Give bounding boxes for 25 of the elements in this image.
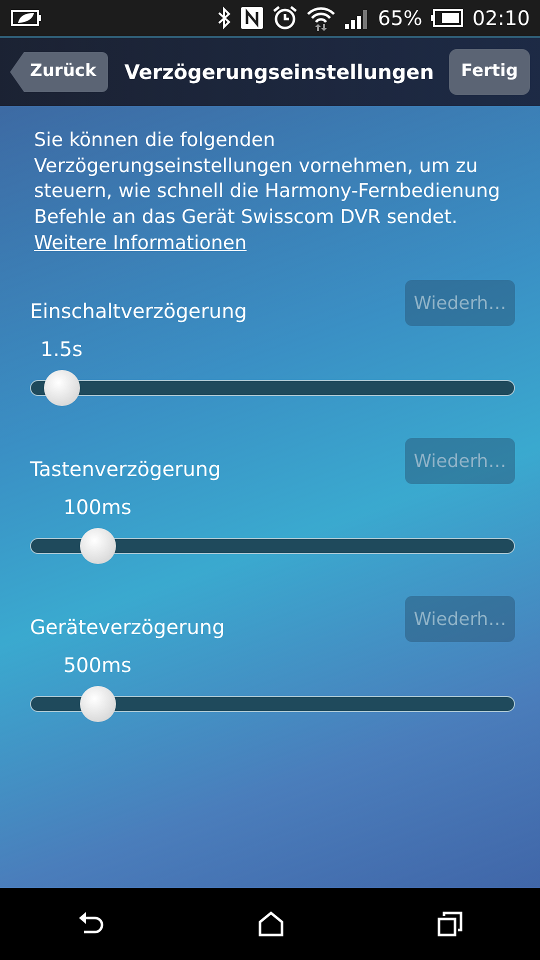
setting-label: Tastenverzögerung bbox=[30, 456, 221, 484]
slider-thumb[interactable] bbox=[44, 370, 80, 406]
setting-label: Einschaltverzögerung bbox=[30, 298, 247, 326]
more-info-link[interactable]: Weitere Informationen bbox=[34, 232, 247, 254]
done-button[interactable]: Fertig bbox=[449, 49, 530, 95]
bluetooth-icon bbox=[216, 6, 232, 30]
home-icon[interactable] bbox=[258, 911, 284, 937]
slider-thumb[interactable] bbox=[80, 528, 116, 564]
intro-paragraph: Sie können die folgenden Verzögerungseinstellungen vornehmen, um zu steuern, wie schnell die Harmony-Fernbedienung Befehle an das Gerät Swisscom DVR sendet. bbox=[34, 129, 500, 228]
battery-saver-icon bbox=[10, 8, 42, 28]
page-title: Verzögerungseinstellungen bbox=[124, 59, 434, 86]
signal-icon bbox=[344, 7, 370, 29]
wifi-icon bbox=[306, 5, 336, 31]
slider-thumb[interactable] bbox=[80, 686, 116, 722]
battery-icon bbox=[430, 8, 464, 28]
slider-value: 100ms bbox=[63, 494, 132, 522]
slider-value: 1.5s bbox=[40, 336, 83, 364]
setting-label: Geräteverzögerung bbox=[30, 614, 225, 642]
slider-value: 500ms bbox=[63, 652, 132, 680]
alarm-icon bbox=[272, 5, 298, 31]
nfc-icon bbox=[240, 6, 264, 30]
clock-time: 02:10 bbox=[472, 5, 530, 32]
battery-percent: 65% bbox=[378, 5, 422, 32]
recent-apps-icon[interactable] bbox=[437, 911, 464, 937]
back-button[interactable]: Zurück bbox=[10, 52, 108, 92]
